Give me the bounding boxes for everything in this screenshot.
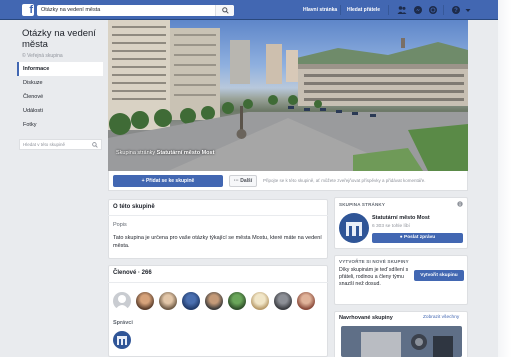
account-menu-caret-icon[interactable] <box>463 5 473 15</box>
home-link[interactable]: Hlavní stránka <box>303 7 337 13</box>
nav-item-informace[interactable]: Informace <box>17 62 103 76</box>
admins-label: Správci <box>113 320 133 326</box>
city-logo-icon <box>117 336 127 345</box>
create-group-heading: VYTVOŘTE SI NOVÉ SKUPINY <box>339 259 409 264</box>
members-card <box>108 265 328 357</box>
cover-caption[interactable]: Skupina stránky Statutární město Most <box>116 150 214 156</box>
globe-notifications-icon[interactable] <box>428 5 438 15</box>
member-avatar[interactable] <box>297 292 315 310</box>
city-logo-icon <box>346 222 362 236</box>
member-avatar[interactable] <box>182 292 200 310</box>
cover-photo[interactable] <box>108 20 468 171</box>
nav-item-udalosti[interactable]: Události <box>17 104 103 118</box>
search-icon <box>92 142 98 148</box>
see-all-link[interactable]: Zobrazit všechny <box>423 315 459 320</box>
nav-divider <box>340 5 341 15</box>
group-owner-heading: SKUPINA STRÁNKY <box>339 202 386 207</box>
default-avatar-icon <box>115 295 129 310</box>
svg-text:?: ? <box>454 8 458 14</box>
search-input[interactable]: Otázky na vedení města <box>37 5 234 16</box>
cover-caption-page-link[interactable]: Statutární město Most <box>157 150 215 156</box>
page-avatar[interactable] <box>339 213 369 243</box>
nav-item-diskuze[interactable]: Diskuze <box>17 76 103 90</box>
group-search-input[interactable]: Hledat v této skupině <box>19 139 102 150</box>
create-group-text: Díky skupinám je teď sdílení s přáteli, … <box>339 267 409 287</box>
nav-divider <box>443 5 444 15</box>
nav-item-fotky[interactable]: Fotky <box>17 118 103 132</box>
member-avatar[interactable] <box>251 292 269 310</box>
page-likes-count: 6 303 se tohle líbí <box>372 224 410 229</box>
search-icon <box>222 7 229 14</box>
description-label: Popis <box>113 222 127 228</box>
card-divider <box>108 282 328 283</box>
messenger-icon[interactable] <box>413 5 423 15</box>
group-nav: Informace Diskuze Členové Události Fotky <box>17 62 103 132</box>
suggested-group-cover[interactable] <box>341 326 462 357</box>
suggested-groups-heading: Navrhované skupiny <box>339 315 393 321</box>
member-avatar[interactable] <box>274 292 292 310</box>
group-title[interactable]: Otázky na vedení města <box>22 28 107 50</box>
send-message-label: Poslat zprávu <box>404 235 436 240</box>
friend-requests-icon[interactable] <box>397 5 407 15</box>
globe-icon: © <box>22 53 26 59</box>
nav-item-clenove[interactable]: Členové <box>17 90 103 104</box>
page-name-link[interactable]: Statutární město Most <box>372 215 430 221</box>
admin-avatar[interactable] <box>113 331 131 349</box>
nav-divider <box>388 5 389 15</box>
member-avatar[interactable] <box>228 292 246 310</box>
search-button[interactable] <box>215 5 234 16</box>
group-search-placeholder: Hledat v této skupině <box>23 142 66 147</box>
join-hint-text: Připojte se k této skupině, ať můžete zv… <box>263 178 426 183</box>
messenger-icon: ● <box>399 235 403 240</box>
about-heading: O této skupině <box>113 204 155 210</box>
cover-caption-prefix: Skupina stránky <box>116 150 156 156</box>
member-avatar[interactable] <box>205 292 223 310</box>
create-group-button[interactable]: Vytvořit skupinu <box>414 270 464 281</box>
join-group-button[interactable]: + Přidat se ke skupině <box>113 175 223 187</box>
facebook-logo-icon[interactable]: f <box>22 4 34 16</box>
more-options-button[interactable]: ··· Další <box>229 175 257 187</box>
browser-frame: f Otázky na vedení města Hlavní stránka … <box>0 0 520 357</box>
group-privacy-label: © Veřejná skupina <box>22 53 63 59</box>
send-message-button[interactable]: ● Poslat zprávu <box>372 233 463 243</box>
city-square-photo <box>108 20 468 171</box>
members-heading[interactable]: Členové · 266 <box>113 270 152 276</box>
find-friends-link[interactable]: Hledat přátele <box>347 7 380 13</box>
info-icon[interactable] <box>457 201 463 207</box>
card-divider <box>108 215 328 216</box>
member-avatar[interactable] <box>113 292 131 310</box>
member-avatar[interactable] <box>136 292 154 310</box>
help-icon[interactable]: ? <box>451 5 461 15</box>
privacy-text: Veřejná skupina <box>27 53 63 59</box>
member-avatar[interactable] <box>159 292 177 310</box>
suggested-group-photo <box>341 326 462 357</box>
description-text: Tato skupina je určena pro vaše otázky t… <box>113 235 322 249</box>
